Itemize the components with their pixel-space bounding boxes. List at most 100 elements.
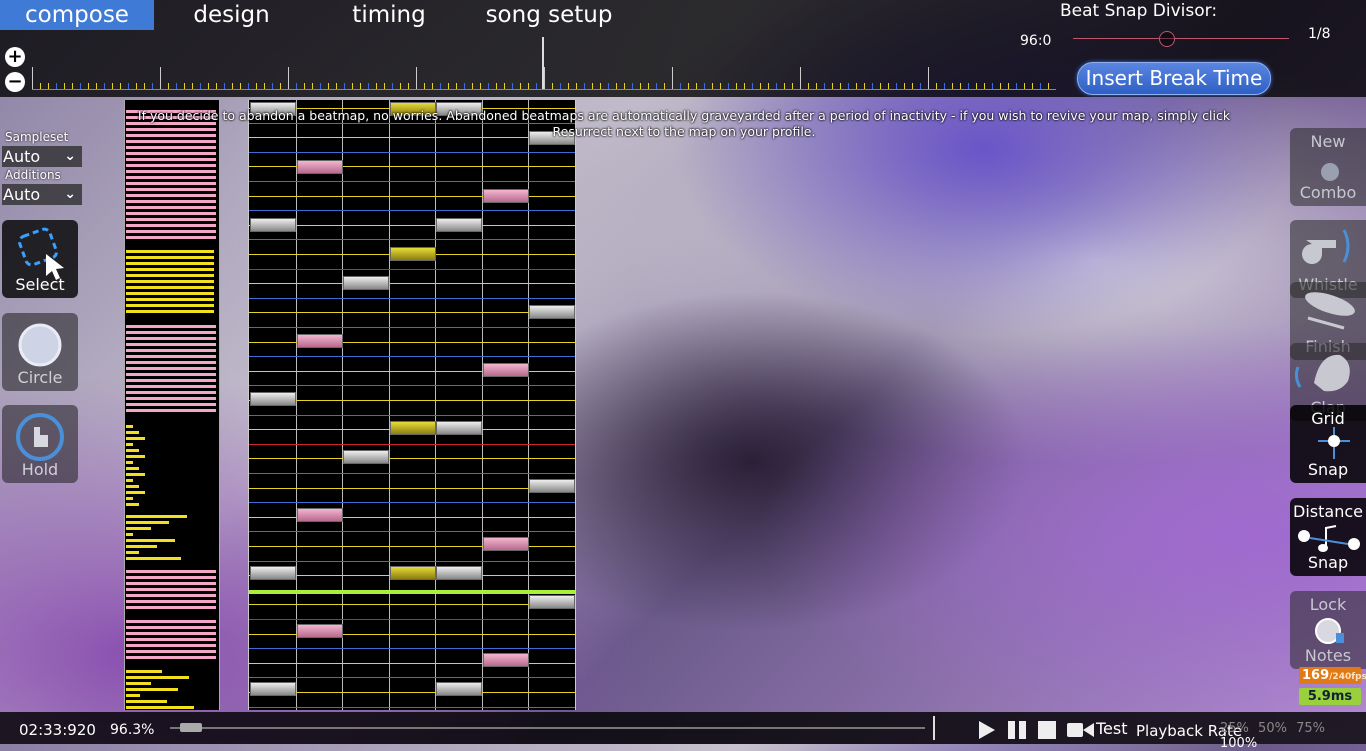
density-bar	[126, 467, 139, 470]
pause-button[interactable]	[1006, 720, 1028, 740]
timeline-tick	[784, 83, 785, 89]
zoom-out-button[interactable]: −	[5, 72, 25, 92]
timeline-tick	[744, 83, 745, 89]
note[interactable]	[250, 218, 296, 232]
playback-rate-75[interactable]: 75%	[1296, 721, 1325, 736]
sampleset-dropdown[interactable]: Auto ⌄	[2, 146, 82, 167]
zoom-in-button[interactable]: +	[5, 47, 25, 67]
note[interactable]	[343, 276, 389, 290]
test-button[interactable]	[1066, 720, 1096, 740]
tab-song-setup[interactable]: song setup	[469, 0, 629, 30]
timeline-tick	[1016, 83, 1017, 89]
density-bar	[126, 443, 133, 446]
note[interactable]	[529, 595, 575, 609]
note[interactable]	[483, 363, 529, 377]
additions-label: Additions	[5, 168, 61, 182]
grid-snap-button[interactable]: Grid Snap	[1290, 405, 1366, 483]
timeline-tick	[352, 83, 353, 89]
timeline-tick	[336, 83, 337, 89]
kiai-line	[249, 590, 575, 594]
timeline-tick	[192, 83, 193, 89]
chevron-down-icon: ⌄	[64, 186, 76, 202]
density-bar	[126, 331, 216, 334]
timeline-tick	[704, 83, 705, 89]
density-bar	[126, 391, 216, 394]
density-bar	[126, 682, 151, 685]
density-bar	[126, 473, 145, 476]
density-bar	[126, 497, 133, 500]
note[interactable]	[390, 421, 436, 435]
hold-tool-button[interactable]: Hold	[2, 405, 78, 483]
note[interactable]	[250, 392, 296, 406]
density-bar	[126, 515, 187, 518]
note[interactable]	[390, 566, 436, 580]
select-tool-label: Select	[15, 275, 65, 294]
lock-notes-button[interactable]: Lock Notes	[1290, 591, 1366, 669]
density-bar	[126, 250, 214, 253]
timeline-playhead	[542, 37, 544, 89]
beat-snap-slider[interactable]	[1073, 38, 1289, 39]
new-combo-button[interactable]: New Combo	[1290, 128, 1366, 206]
note[interactable]	[483, 653, 529, 667]
timeline-tick	[120, 83, 121, 89]
stop-button[interactable]	[1037, 720, 1057, 740]
mania-playfield[interactable]	[248, 100, 576, 710]
note[interactable]	[529, 479, 575, 493]
note[interactable]	[483, 189, 529, 203]
density-bar	[126, 521, 169, 524]
circle-tool-button[interactable]: Circle	[2, 313, 78, 391]
timeline-tick	[224, 83, 225, 89]
tab-design[interactable]: design	[154, 0, 309, 30]
timeline-tick	[216, 83, 217, 89]
stop-icon	[1038, 721, 1056, 739]
timeline-tick	[56, 83, 57, 89]
fps-max: /240fps	[1329, 672, 1366, 682]
beat-line	[249, 152, 575, 153]
density-bar	[126, 539, 175, 542]
timeline-tick	[496, 83, 497, 89]
density-bar	[126, 533, 133, 536]
note[interactable]	[250, 566, 296, 580]
note[interactable]	[436, 421, 482, 435]
note[interactable]	[529, 305, 575, 319]
timeline-tick	[464, 83, 465, 89]
beat-line	[249, 415, 575, 416]
note[interactable]	[297, 508, 343, 522]
insert-break-time-button[interactable]: Insert Break Time	[1077, 62, 1271, 95]
timeline-tick	[848, 83, 849, 89]
additions-dropdown[interactable]: Auto ⌄	[2, 184, 82, 205]
timeline-tick	[808, 83, 809, 89]
timeline-tick	[472, 83, 473, 89]
timeline-overview[interactable]	[32, 37, 1056, 92]
note[interactable]	[250, 682, 296, 696]
song-progress-knob[interactable]	[180, 723, 202, 732]
note[interactable]	[297, 334, 343, 348]
density-bar	[126, 182, 216, 185]
note[interactable]	[390, 247, 436, 261]
tab-timing[interactable]: timing	[309, 0, 469, 30]
density-bar	[126, 449, 139, 452]
note[interactable]	[343, 450, 389, 464]
play-button[interactable]	[976, 720, 996, 740]
note[interactable]	[436, 682, 482, 696]
playback-rate-25[interactable]: 25%	[1220, 721, 1249, 736]
beat-snap-slider-knob[interactable]	[1158, 31, 1175, 47]
hold-tool-label: Hold	[21, 460, 59, 479]
distance-snap-button[interactable]: Distance Snap	[1290, 498, 1366, 576]
note[interactable]	[483, 537, 529, 551]
beat-line	[249, 648, 575, 649]
note[interactable]	[436, 566, 482, 580]
note[interactable]	[436, 218, 482, 232]
playback-rate-50[interactable]: 50%	[1258, 721, 1287, 736]
timeline-tick	[816, 83, 817, 89]
tab-compose[interactable]: compose	[0, 0, 154, 30]
select-tool-button[interactable]: Select	[2, 220, 78, 298]
sampleset-label: Sampleset	[5, 130, 69, 144]
note[interactable]	[297, 624, 343, 638]
song-progress-track[interactable]	[170, 727, 925, 729]
test-label[interactable]: Test	[1096, 719, 1128, 738]
note[interactable]	[297, 160, 343, 174]
timeline-tick	[368, 83, 369, 89]
timeline-tick	[616, 83, 617, 89]
timeline-tick	[552, 83, 553, 89]
